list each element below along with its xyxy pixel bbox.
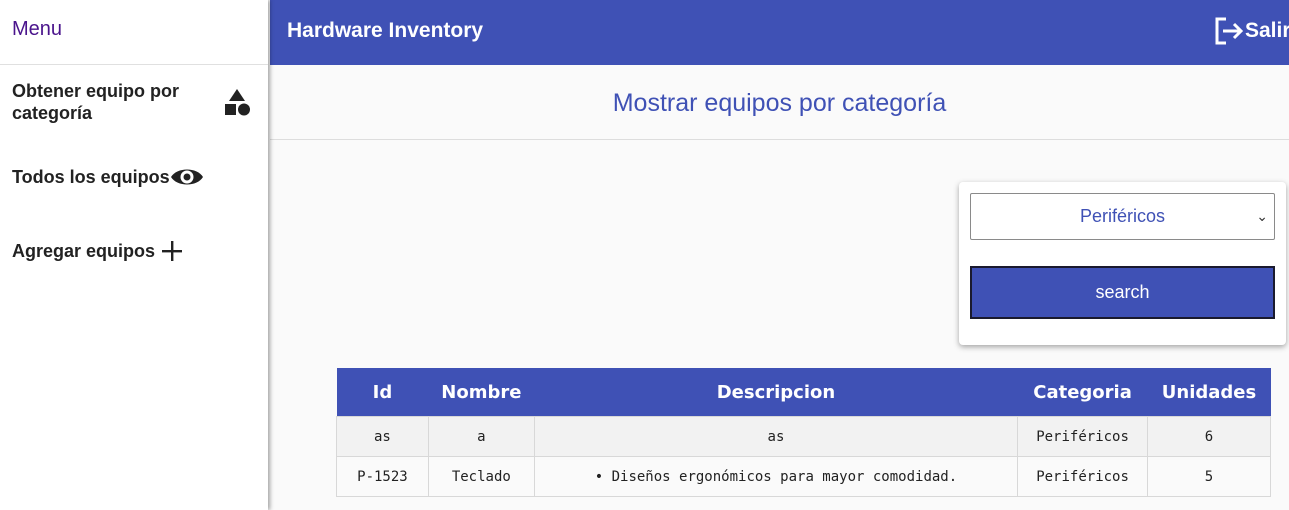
cell-descripcion: as: [533, 416, 1019, 457]
logout-icon: [1213, 16, 1245, 46]
sidebar-item-label: Agregar equipos: [12, 241, 156, 261]
eye-icon: [170, 164, 204, 190]
exit-label: Salir: [1245, 19, 1289, 42]
shapes-icon: [222, 87, 252, 117]
sidebar-item-categoria[interactable]: Obtener equipo por categoría: [12, 80, 252, 124]
app-title: Hardware Inventory: [287, 19, 484, 42]
sidebar-item-agregar[interactable]: Agregar equipos: [12, 240, 183, 262]
sidebar-item-label: Obtener equipo por categoría: [12, 81, 180, 123]
column-header-descripcion: Descripcion: [534, 368, 1018, 417]
category-select-value: Periféricos: [1079, 206, 1166, 226]
sidebar-title: Menu: [0, 0, 268, 65]
top-app-bar: Hardware Inventory Salir: [270, 0, 1289, 65]
page-title: Mostrar equipos por categoría: [270, 65, 1289, 140]
sidebar-item-todos[interactable]: Todos los equipos: [12, 164, 204, 190]
sidebar-item-label: Todos los equipos: [12, 167, 170, 187]
category-select[interactable]: Periféricos ⌄: [970, 193, 1275, 240]
cell-nombre: a: [427, 416, 535, 457]
cell-nombre: Teclado: [427, 456, 535, 497]
search-button[interactable]: search: [970, 266, 1275, 319]
column-header-nombre: Nombre: [428, 368, 535, 417]
column-header-unidades: Unidades: [1147, 368, 1271, 417]
cell-descripcion: • Diseños ergonómicos para mayor comodid…: [533, 456, 1019, 497]
cell-id: P-1523: [336, 456, 429, 497]
table-row: as a as Periféricos 6: [336, 416, 1271, 457]
plus-icon: [161, 240, 183, 262]
inventory-table: Id Nombre Descripcion Categoria Unidades…: [336, 368, 1271, 497]
column-header-categoria: Categoria: [1017, 368, 1148, 417]
table-row: P-1523 Teclado • Diseños ergonómicos par…: [336, 456, 1271, 497]
search-card: Periféricos ⌄ search: [959, 182, 1286, 345]
column-header-id: Id: [336, 368, 429, 417]
chevron-down-icon: ⌄: [1256, 208, 1268, 224]
cell-categoria: Periféricos: [1017, 416, 1149, 457]
cell-categoria: Periféricos: [1017, 456, 1149, 497]
table-header-row: Id Nombre Descripcion Categoria Unidades: [336, 368, 1271, 417]
cell-id: as: [336, 416, 429, 457]
exit-button[interactable]: Salir: [1213, 16, 1289, 46]
cell-unidades: 5: [1147, 456, 1271, 497]
cell-unidades: 6: [1147, 416, 1271, 457]
sidebar: Menu Obtener equipo por categoría Todos …: [0, 0, 268, 510]
